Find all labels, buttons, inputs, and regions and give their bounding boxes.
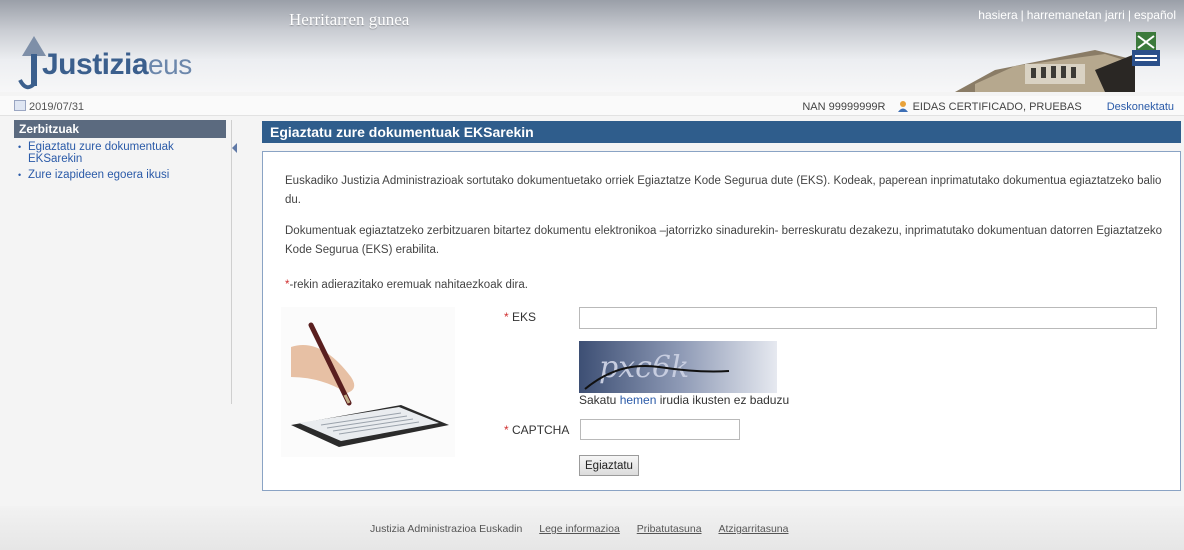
verify-button[interactable]: Egiaztatu — [579, 455, 639, 476]
captcha-label: * CAPTCHA — [504, 423, 570, 437]
verification-form-panel: Euskadiko Justizia Administrazioak sortu… — [262, 151, 1181, 491]
eks-input[interactable] — [579, 307, 1157, 329]
footer-accessibility-link[interactable]: Atzigarritasuna — [718, 523, 788, 535]
user-nan: NAN 99999999R — [802, 101, 886, 113]
nav-contact-link[interactable]: harremanetan jarri — [1027, 8, 1125, 22]
logout-link[interactable]: Deskonektatu — [1107, 101, 1174, 113]
site-footer: Justizia Administrazioa Euskadin Lege in… — [0, 506, 1184, 550]
info-bar: 2019/07/31 NAN 99999999R EIDAS CERTIFICA… — [0, 96, 1184, 116]
intro-paragraph-2: Dokumentuak egiaztatzeko zerbitzuaren bi… — [285, 225, 1163, 256]
required-fields-note: *-rekin adierazitako eremuak nahitaezkoa… — [285, 279, 528, 291]
sidebar-menu: Egiaztatu zure dokumentuak EKSarekin Zur… — [14, 140, 231, 184]
calendar-icon — [14, 100, 26, 111]
site-header: Herritarren gunea hasiera | harremanetan j… — [0, 0, 1184, 92]
footer-legal-link[interactable]: Lege informazioa — [539, 523, 620, 535]
document-signing-illustration — [281, 307, 455, 457]
page-title: Egiaztatu zure dokumentuak EKSarekin — [262, 121, 1181, 143]
top-nav: hasiera | harremanetan jarri | español — [978, 8, 1176, 22]
sidebar-item-verify-documents[interactable]: Egiaztatu zure dokumentuak EKSarekin — [14, 140, 231, 168]
justizia-logo[interactable]: Justiziaeus — [14, 28, 204, 92]
user-info: NAN 99999999R EIDAS CERTIFICADO, PRUEBAS… — [802, 100, 1174, 113]
footer-links: Justizia Administrazioa Euskadin Lege in… — [370, 523, 789, 535]
nav-home-link[interactable]: hasiera — [978, 8, 1017, 22]
sidebar: Zerbitzuak Egiaztatu zure dokumentuak EK… — [14, 120, 232, 404]
captcha-text: pxc6k — [599, 350, 689, 385]
intro-paragraph-1: Euskadiko Justizia Administrazioak sortu… — [285, 175, 1162, 206]
footer-privacy-link[interactable]: Pribatutasuna — [637, 523, 702, 535]
captcha-help-text: Sakatu hemen irudia ikusten ez baduzu — [579, 393, 790, 407]
user-name: EIDAS CERTIFICADO, PRUEBAS — [912, 101, 1082, 113]
current-date: 2019/07/31 — [14, 100, 84, 113]
captcha-image: pxc6k — [579, 341, 777, 393]
site-section-title: Herritarren gunea — [289, 10, 410, 29]
eks-label: * EKS — [504, 310, 537, 324]
captcha-reload-link[interactable]: hemen — [620, 393, 657, 407]
footer-org: Justizia Administrazioa Euskadin — [370, 523, 523, 535]
nav-language-link[interactable]: español — [1134, 8, 1176, 22]
building-illustration — [955, 50, 1135, 92]
logo-wordmark: Justiziaeus — [42, 48, 192, 81]
basque-government-badge-icon — [1132, 32, 1160, 66]
sidebar-item-procedure-status[interactable]: Zure izapideen egoera ikusi — [14, 168, 231, 184]
collapse-sidebar-icon[interactable] — [232, 143, 237, 153]
user-icon — [897, 101, 908, 112]
captcha-input[interactable] — [580, 419, 740, 440]
sidebar-title: Zerbitzuak — [14, 120, 226, 138]
